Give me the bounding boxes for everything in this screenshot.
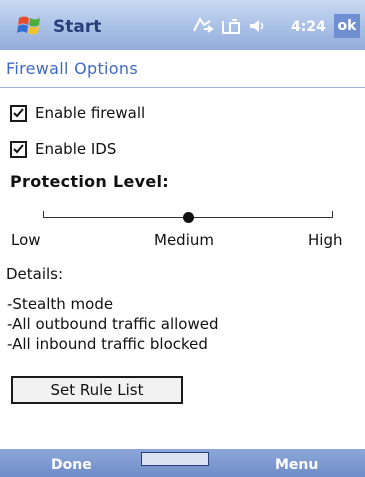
enable-firewall-label[interactable]: Enable firewall <box>35 104 145 122</box>
level-label-low: Low <box>11 231 41 249</box>
slider-thumb[interactable] <box>183 212 194 223</box>
details-list: -Stealth mode -All outbound traffic allo… <box>7 294 219 354</box>
enable-ids-checkbox[interactable] <box>10 140 27 158</box>
details-heading: Details: <box>6 265 64 283</box>
ok-button[interactable]: ok <box>334 14 360 38</box>
slider-tick-high <box>332 211 333 218</box>
page-title: Firewall Options <box>6 59 138 78</box>
protection-level-slider[interactable] <box>43 205 333 229</box>
details-item: -Stealth mode <box>7 295 114 313</box>
start-label[interactable]: Start <box>53 17 101 37</box>
details-item: -All outbound traffic allowed <box>7 315 219 333</box>
connectivity-icon[interactable] <box>192 17 214 39</box>
status-icons <box>192 17 266 39</box>
windows-flag-icon[interactable] <box>16 12 44 38</box>
phone-signal-icon[interactable] <box>220 17 242 39</box>
enable-firewall-checkbox[interactable] <box>10 104 27 122</box>
title-bar: Start 4:24 ok <box>0 0 365 50</box>
protection-level-heading: Protection Level: <box>10 172 169 191</box>
enable-ids-label[interactable]: Enable IDS <box>35 140 116 158</box>
volume-icon[interactable] <box>248 17 266 39</box>
enable-firewall-option[interactable]: Enable firewall <box>10 104 145 122</box>
enable-ids-option[interactable]: Enable IDS <box>10 140 116 158</box>
input-panel-button[interactable] <box>141 452 209 466</box>
details-item: -All inbound traffic blocked <box>7 335 208 353</box>
set-rule-list-button[interactable]: Set Rule List <box>11 376 183 404</box>
level-label-medium: Medium <box>154 231 214 249</box>
slider-tick-low <box>43 211 44 218</box>
title-divider <box>0 87 365 88</box>
done-softkey[interactable]: Done <box>51 457 92 473</box>
menu-softkey[interactable]: Menu <box>275 457 318 473</box>
level-label-high: High <box>308 231 343 249</box>
clock[interactable]: 4:24 <box>291 19 326 35</box>
